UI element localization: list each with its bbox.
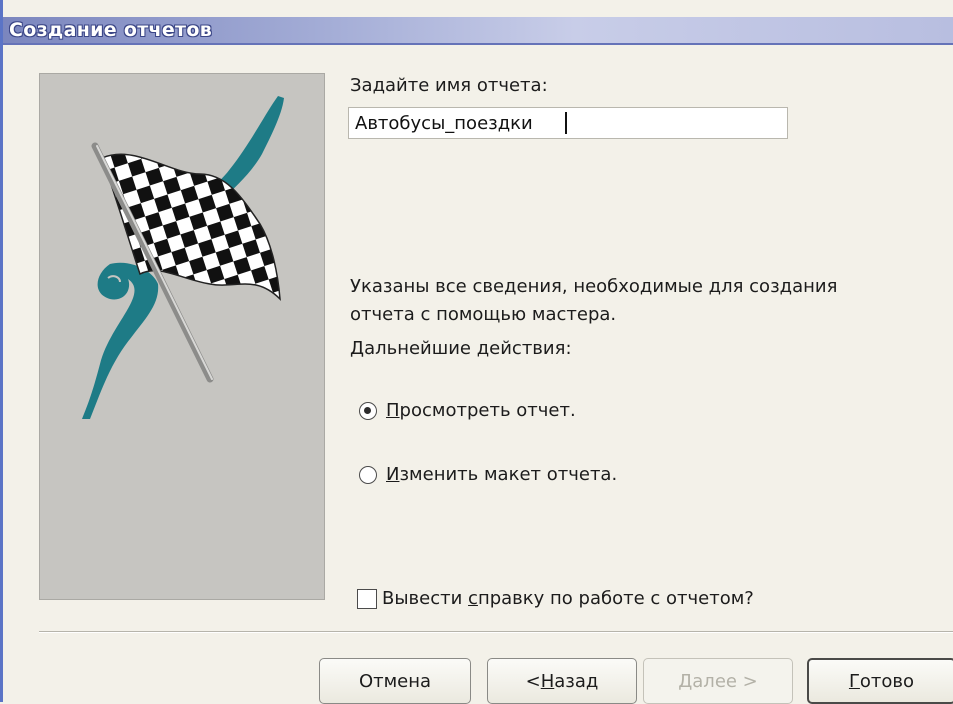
radio-modify-layout[interactable]: Изменить макет отчета. [359, 464, 617, 485]
radio-button-checked[interactable] [359, 401, 377, 420]
radio-label-modify: Изменить макет отчета. [386, 464, 618, 485]
separator-line [39, 631, 953, 633]
report-name-label: Задайте имя отчета: [350, 75, 548, 96]
radio-button[interactable] [359, 465, 377, 484]
next-button[interactable]: Далее > [643, 658, 793, 704]
info-text: Указаны все сведения, необходимые для со… [350, 273, 910, 363]
wizard-illustration [39, 73, 325, 600]
checkered-flag-icon [82, 96, 284, 419]
report-name-input[interactable] [348, 107, 788, 139]
next-actions-label: Дальнейшие действия: [350, 338, 572, 359]
help-checkbox-row[interactable]: Вывести справку по работе с отчетом? [357, 588, 754, 609]
cancel-button[interactable]: Отмена [319, 658, 471, 704]
report-wizard-window: Создание отчетов Задайте имя отчета: Авт… [0, 0, 953, 704]
window-title: Создание отчетов [9, 19, 213, 41]
info-line-2: отчета с помощью мастера. [350, 304, 617, 325]
help-checkbox-label: Вывести справку по работе с отчетом? [382, 588, 754, 609]
help-checkbox[interactable] [357, 588, 377, 609]
finish-button[interactable]: Готово [807, 658, 953, 704]
radio-preview-report[interactable]: Просмотреть отчет. [359, 400, 576, 421]
back-button[interactable]: < Назад [487, 658, 637, 704]
text-caret [565, 112, 567, 134]
title-bar[interactable]: Создание отчетов [3, 17, 953, 45]
info-line-1: Указаны все сведения, необходимые для со… [350, 276, 838, 297]
radio-label-preview: Просмотреть отчет. [386, 400, 576, 421]
